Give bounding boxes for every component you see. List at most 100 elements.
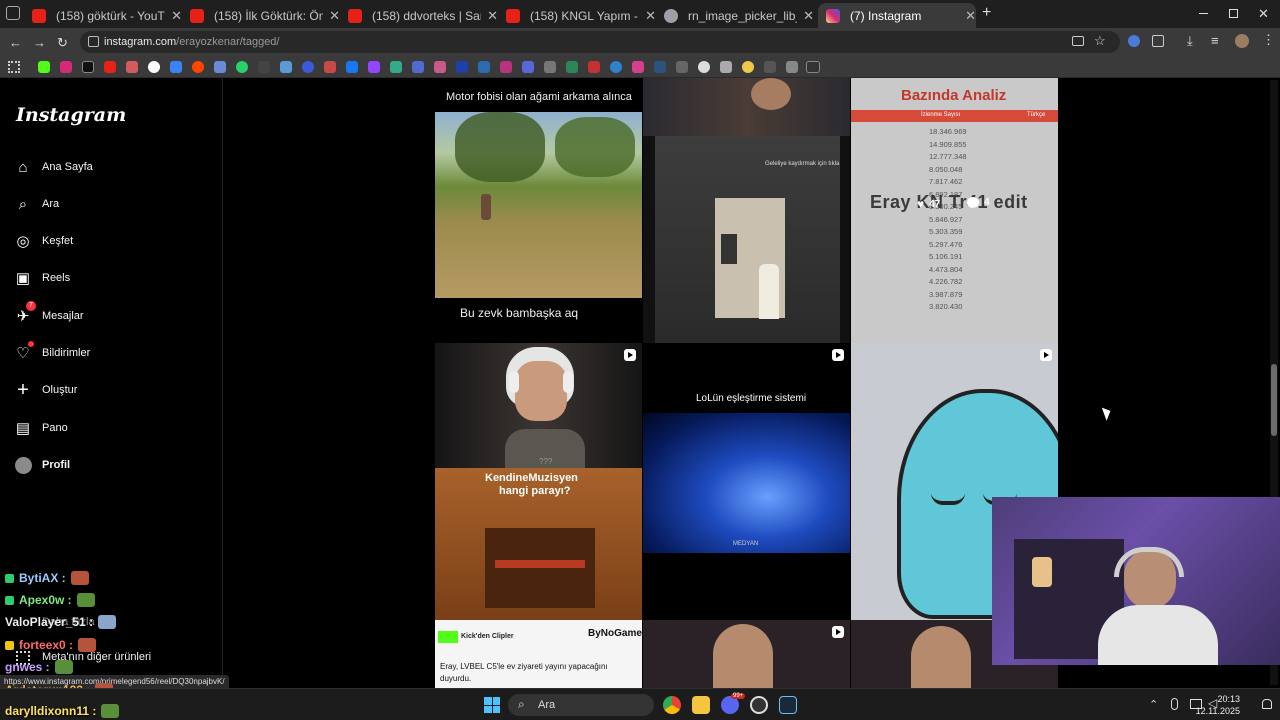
bookmark-icon[interactable] — [280, 61, 292, 73]
minimize-icon[interactable] — [1199, 13, 1208, 14]
notification-dot — [28, 341, 34, 347]
nav-search[interactable]: ⌕ Ara — [14, 192, 59, 216]
bookmark-icon[interactable] — [302, 61, 314, 73]
taskbar-search[interactable]: ⌕ Ara — [508, 694, 654, 716]
extension-icon[interactable] — [1128, 35, 1140, 47]
bookmark-icon[interactable] — [500, 61, 512, 73]
whatsapp-icon[interactable] — [236, 61, 248, 73]
close-icon[interactable]: ✕ — [171, 8, 182, 24]
scrollbar-thumb[interactable] — [1271, 364, 1277, 436]
browser-tab[interactable]: (158) KNGL Yapım - YouTube ✕ — [498, 3, 656, 28]
browser-tab[interactable]: (158) göktürk - YouTube ✕ — [24, 3, 182, 28]
nav-explore[interactable]: ◎ Keşfet — [14, 229, 73, 253]
bookmark-icon[interactable] — [412, 61, 424, 73]
steam-icon[interactable] — [779, 696, 797, 714]
close-icon[interactable]: ✕ — [329, 8, 340, 24]
bookmark-icon[interactable] — [698, 61, 710, 73]
microphone-icon[interactable] — [1171, 698, 1178, 710]
url-path: /erayozkenar/tagged/ — [176, 36, 280, 48]
close-window-icon[interactable]: ✕ — [1258, 6, 1269, 22]
file-explorer-icon[interactable] — [692, 696, 710, 714]
reddit-icon[interactable] — [192, 61, 204, 73]
close-icon[interactable]: ✕ — [645, 8, 656, 24]
forward-icon[interactable]: → — [33, 35, 46, 50]
nav-dashboard[interactable]: ▤ Pano — [14, 416, 68, 440]
instagram-icon[interactable] — [60, 61, 72, 73]
kick-icon[interactable] — [38, 61, 50, 73]
bookmark-icon[interactable] — [214, 61, 226, 73]
bookmark-icon[interactable] — [170, 61, 182, 73]
post-tile[interactable]: Motor fobisi olan ağami arkama alınca Bu… — [435, 78, 642, 343]
clock[interactable]: 20:13 12.11.2025 — [1196, 693, 1240, 717]
post-tile[interactable]: Bazında Analiz İzlenme Sayısı Türkçe 18.… — [851, 78, 1058, 343]
tab-title: (158) göktürk - YouTube — [56, 8, 165, 23]
media-icon[interactable]: ≡ — [1211, 33, 1219, 48]
post-tile[interactable] — [643, 620, 850, 688]
bookmark-icon[interactable] — [522, 61, 534, 73]
bookmark-icon[interactable] — [478, 61, 490, 73]
close-icon[interactable]: ✕ — [803, 8, 814, 24]
browser-tab[interactable]: (158) ddvorteks | Santos Ekspre ✕ — [340, 3, 498, 28]
browser-tab[interactable]: (158) İlk Göktürk: Önsöz | İlk Ta ✕ — [182, 3, 340, 28]
puzzle-icon[interactable] — [1152, 35, 1164, 47]
bookmark-icon[interactable] — [434, 61, 446, 73]
bookmark-icon[interactable] — [610, 61, 622, 73]
bookmark-icon[interactable] — [126, 61, 138, 73]
bookmark-icon[interactable] — [390, 61, 402, 73]
bookmark-icon[interactable] — [456, 61, 468, 73]
x-icon[interactable] — [82, 61, 94, 73]
bookmark-icon[interactable] — [764, 61, 776, 73]
browser-tab[interactable]: rn_image_picker_lib_temp_67bl ✕ — [656, 3, 814, 28]
browser-tab-active[interactable]: (7) Instagram ✕ — [818, 3, 976, 28]
views-value: 5.846.927 — [929, 214, 963, 224]
download-icon[interactable]: ⤓ — [1187, 33, 1193, 49]
star-icon[interactable]: ☆ — [1094, 33, 1106, 49]
address-bar[interactable]: instagram.com/erayozkenar/tagged/ ☆ — [80, 31, 1120, 53]
bookmark-icon[interactable] — [742, 61, 754, 73]
bookmark-icon[interactable] — [632, 61, 644, 73]
twitch-icon[interactable] — [368, 61, 380, 73]
nav-notifications[interactable]: ♡ Bildirimler — [14, 341, 90, 365]
bookmark-icon[interactable] — [588, 61, 600, 73]
site-info-icon[interactable] — [88, 36, 99, 47]
app-badge: 99+ — [731, 693, 746, 699]
nav-create[interactable]: + Oluştur — [14, 378, 77, 402]
bookmark-icon[interactable] — [566, 61, 578, 73]
post-tile[interactable]: ??? KendineMuzisyen hangi parayı? — [435, 343, 642, 620]
nav-profile[interactable]: Profil — [14, 453, 70, 477]
bookmark-icon[interactable] — [654, 61, 666, 73]
new-tab-button[interactable]: + — [982, 4, 991, 22]
bookmark-icon[interactable] — [544, 61, 556, 73]
reload-icon[interactable]: ↻ — [57, 35, 68, 51]
nav-messages[interactable]: ✈ 7 Mesajlar — [14, 301, 84, 328]
close-icon[interactable]: ✕ — [965, 8, 976, 24]
post-tile[interactable]: Kick'den Clipler ByNoGame Eray, LVBEL C5… — [435, 620, 642, 688]
instagram-logo[interactable]: Instagram — [16, 104, 126, 126]
apps-icon[interactable] — [8, 61, 20, 73]
google-icon[interactable] — [148, 61, 160, 73]
menu-icon[interactable]: ⋮ — [1262, 32, 1275, 48]
bookmark-icon[interactable] — [676, 61, 688, 73]
windows-start-icon[interactable] — [484, 697, 500, 713]
close-icon[interactable]: ✕ — [487, 8, 498, 24]
facebook-icon[interactable] — [346, 61, 358, 73]
cast-icon[interactable] — [1072, 36, 1084, 46]
bookmark-icon[interactable] — [806, 61, 820, 73]
notification-bell-icon[interactable] — [1262, 699, 1272, 709]
nav-home[interactable]: ⌂ Ana Sayfa — [14, 155, 92, 179]
youtube-icon[interactable] — [104, 61, 116, 73]
restore-icon[interactable] — [1229, 9, 1238, 18]
bookmark-icon[interactable] — [786, 61, 798, 73]
nav-reels[interactable]: ▣ Reels — [14, 266, 70, 290]
bookmark-icon[interactable] — [258, 61, 270, 73]
back-icon[interactable]: ← — [9, 35, 22, 50]
tab-search-icon[interactable] — [6, 6, 20, 20]
profile-avatar[interactable] — [1235, 34, 1249, 48]
post-tile[interactable]: Geleliye kaydırmak için tıkla — [643, 78, 850, 343]
bookmark-icon[interactable] — [720, 61, 732, 73]
post-tile[interactable]: LoLün eşleştirme sistemi MEDYAN — [643, 343, 850, 620]
bookmark-icon[interactable] — [324, 61, 336, 73]
chrome-icon[interactable] — [663, 696, 681, 714]
obs-icon[interactable] — [750, 696, 768, 714]
chevron-up-icon[interactable]: ⌃ — [1149, 698, 1158, 711]
